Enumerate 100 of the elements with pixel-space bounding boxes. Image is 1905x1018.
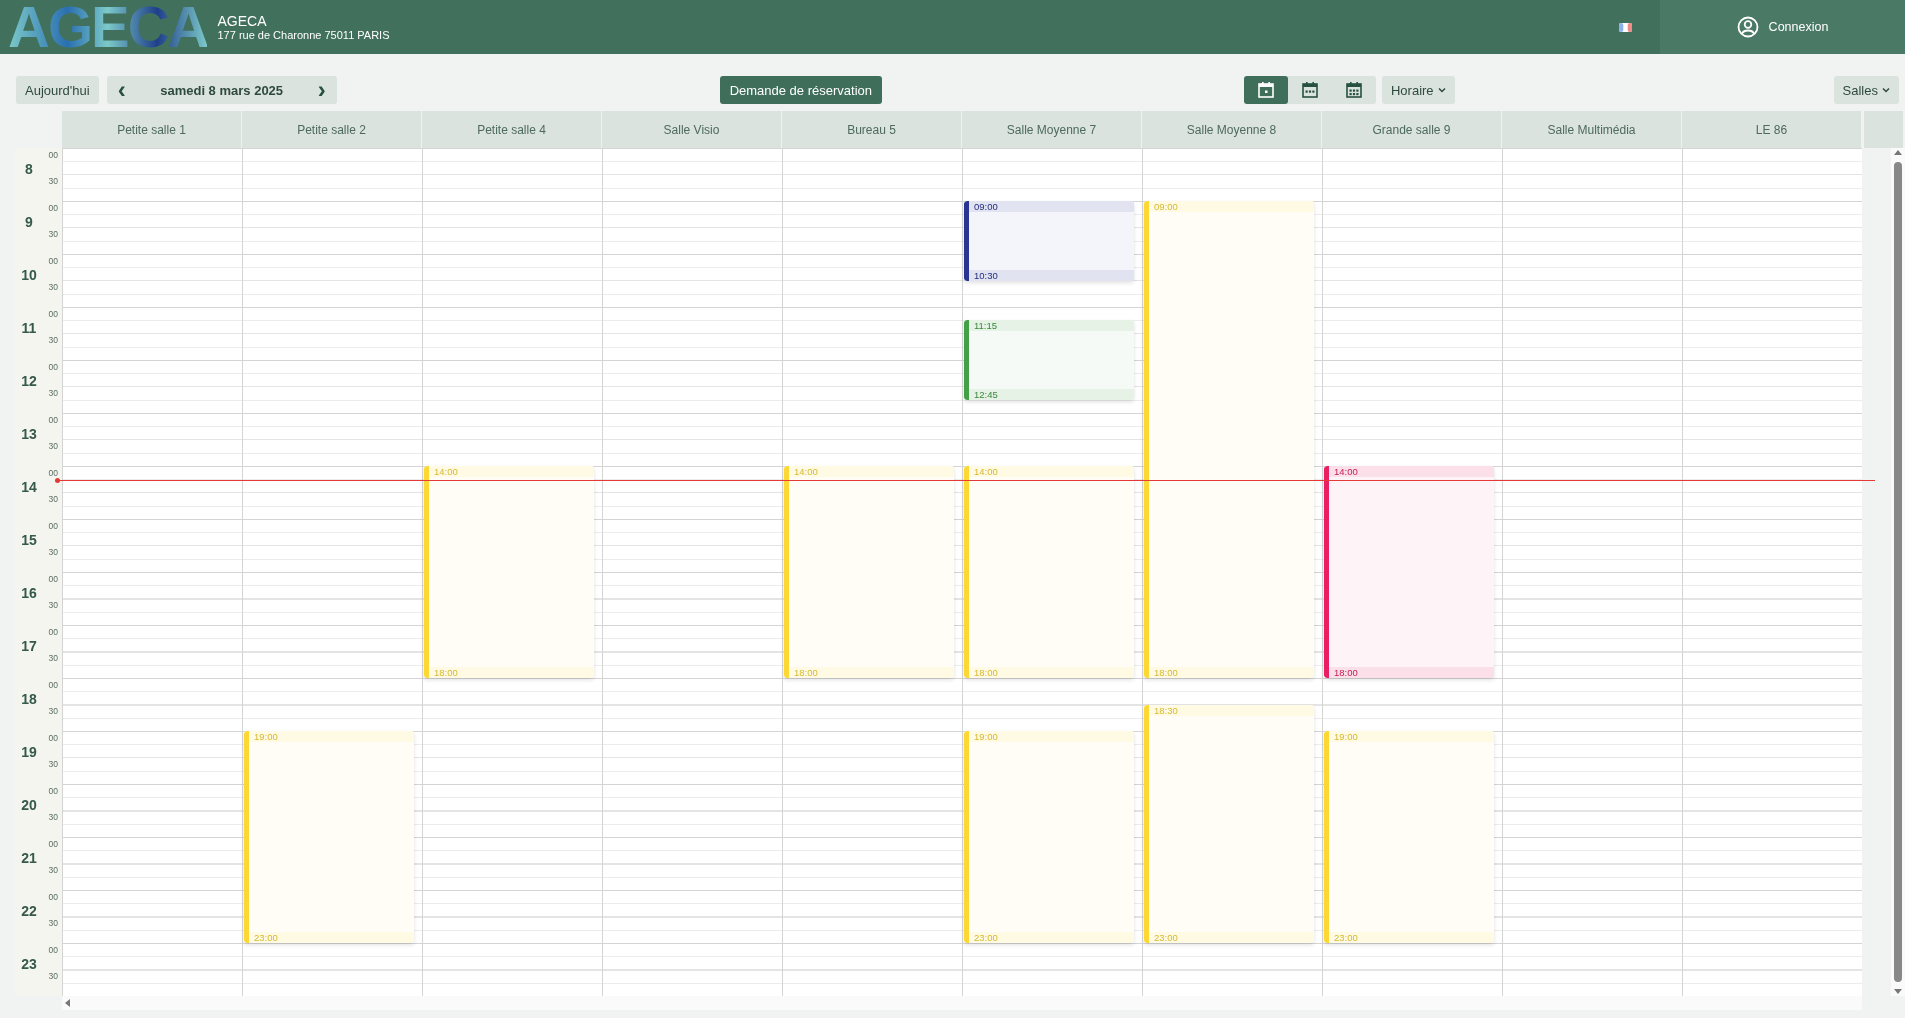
minute-label: 30 — [48, 441, 58, 451]
minute-label: 00 — [48, 786, 58, 796]
minute-label: 00 — [48, 680, 58, 690]
minute-label: 30 — [48, 812, 58, 822]
scroll-down-icon — [1893, 988, 1903, 996]
horizontal-scrollbar[interactable] — [62, 996, 1862, 1010]
resources-dropdown[interactable]: Salles — [1833, 76, 1899, 104]
reservation-block[interactable]: 09:00 10:30 — [964, 201, 1134, 281]
hour-label: 18 — [20, 691, 38, 707]
end-time: 18:00 — [969, 667, 1134, 678]
start-time: 11:15 — [969, 320, 1134, 332]
start-time: 09:00 — [969, 201, 1134, 212]
start-time: 19:00 — [249, 731, 414, 742]
minute-label: 00 — [48, 521, 58, 531]
caret-icon — [1882, 87, 1890, 93]
start-time: 14:00 — [789, 466, 954, 477]
hour-label: 22 — [20, 903, 38, 919]
minute-label: 00 — [48, 627, 58, 637]
minute-label: 00 — [48, 468, 58, 478]
login-button[interactable]: Connexion — [1660, 0, 1905, 54]
hour-label: 10 — [20, 267, 38, 283]
start-time: 14:00 — [969, 466, 1134, 477]
minute-label: 00 — [48, 150, 58, 160]
minute-label: 00 — [48, 839, 58, 849]
start-time: 18:30 — [1149, 704, 1314, 716]
room-header: Bureau 5 — [782, 111, 962, 148]
end-time: 18:00 — [1329, 667, 1494, 678]
end-time: 18:00 — [429, 667, 594, 678]
minute-label: 30 — [48, 282, 58, 292]
mode-dropdown[interactable]: Horaire — [1381, 76, 1455, 104]
day-calendar-icon — [1256, 81, 1275, 99]
hour-label: 17 — [20, 638, 38, 654]
minute-label: 30 — [48, 706, 58, 716]
hour-label: 12 — [20, 373, 38, 389]
hour-label: 13 — [20, 426, 38, 442]
month-calendar-icon — [1344, 81, 1363, 99]
minute-label: 00 — [48, 362, 58, 372]
hour-label: 19 — [20, 744, 38, 760]
today-button[interactable]: Aujourd'hui — [16, 76, 99, 104]
room-header: Petite salle 4 — [422, 111, 602, 148]
minute-label: 00 — [48, 945, 58, 955]
room-header: Salle Moyenne 7 — [962, 111, 1142, 148]
end-time: 23:00 — [1329, 932, 1494, 943]
minute-label: 00 — [48, 574, 58, 584]
hour-label: 23 — [20, 956, 38, 972]
week-calendar-icon — [1300, 81, 1319, 99]
minute-label: 30 — [48, 229, 58, 239]
vertical-scrollbar[interactable] — [1891, 148, 1905, 996]
minute-label: 00 — [48, 256, 58, 266]
minute-label: 30 — [48, 547, 58, 557]
flag-icon[interactable] — [1619, 22, 1632, 32]
end-time: 10:30 — [969, 269, 1134, 281]
hour-label: 21 — [20, 850, 38, 866]
minute-label: 00 — [48, 415, 58, 425]
minute-label: 30 — [48, 759, 58, 769]
hour-label: 9 — [24, 214, 34, 230]
room-header: Salle Multimédia — [1502, 111, 1682, 148]
minute-label: 30 — [48, 176, 58, 186]
end-time: 23:00 — [249, 932, 414, 943]
minute-label: 30 — [48, 865, 58, 875]
reservation-block[interactable]: 11:15 12:45 — [964, 320, 1134, 400]
end-time: 18:00 — [789, 667, 954, 678]
next-day-button[interactable]: › — [306, 76, 337, 104]
end-time: 23:00 — [1149, 932, 1314, 943]
start-time: 14:00 — [1329, 466, 1494, 477]
hour-label: 16 — [20, 585, 38, 601]
current-date: samedi 8 mars 2025 — [160, 82, 284, 98]
minute-label: 00 — [48, 203, 58, 213]
room-header: LE 86 — [1682, 111, 1862, 148]
minute-label: 30 — [48, 388, 58, 398]
hour-label: 8 — [24, 161, 34, 177]
minute-label: 00 — [48, 309, 58, 319]
hour-label: 11 — [20, 320, 38, 336]
minute-label: 30 — [48, 653, 58, 663]
hour-label: 14 — [20, 479, 38, 495]
minute-label: 30 — [48, 971, 58, 981]
caret-icon — [1437, 87, 1446, 93]
room-header: Salle Moyenne 8 — [1142, 111, 1322, 148]
room-header: Petite salle 1 — [62, 111, 242, 148]
start-time: 19:00 — [1329, 731, 1494, 742]
reservation-block[interactable]: 14:00 18:00 — [1324, 466, 1494, 678]
end-time: 12:45 — [969, 388, 1134, 400]
previous-day-button[interactable]: ‹ — [106, 76, 137, 104]
minute-label: 30 — [48, 918, 58, 928]
start-time: 09:00 — [1149, 201, 1314, 212]
room-header: Petite salle 2 — [242, 111, 422, 148]
minute-label: 30 — [48, 335, 58, 345]
start-time: 19:00 — [969, 731, 1134, 742]
minute-label: 00 — [48, 733, 58, 743]
user-icon — [1736, 16, 1759, 38]
end-time: 18:00 — [1149, 667, 1314, 678]
organization-address: 177 rue de Charonne 75011 PARIS — [217, 29, 390, 41]
room-header: Grande salle 9 — [1322, 111, 1502, 148]
view-button[interactable] — [1243, 76, 1288, 104]
organization-name: AGECA — [217, 13, 268, 29]
minute-label: 00 — [48, 892, 58, 902]
hour-label: 15 — [20, 532, 38, 548]
hour-label: 20 — [20, 797, 38, 813]
reservation-request-button[interactable]: Demande de réservation — [719, 76, 882, 104]
minute-label: 30 — [48, 600, 58, 610]
